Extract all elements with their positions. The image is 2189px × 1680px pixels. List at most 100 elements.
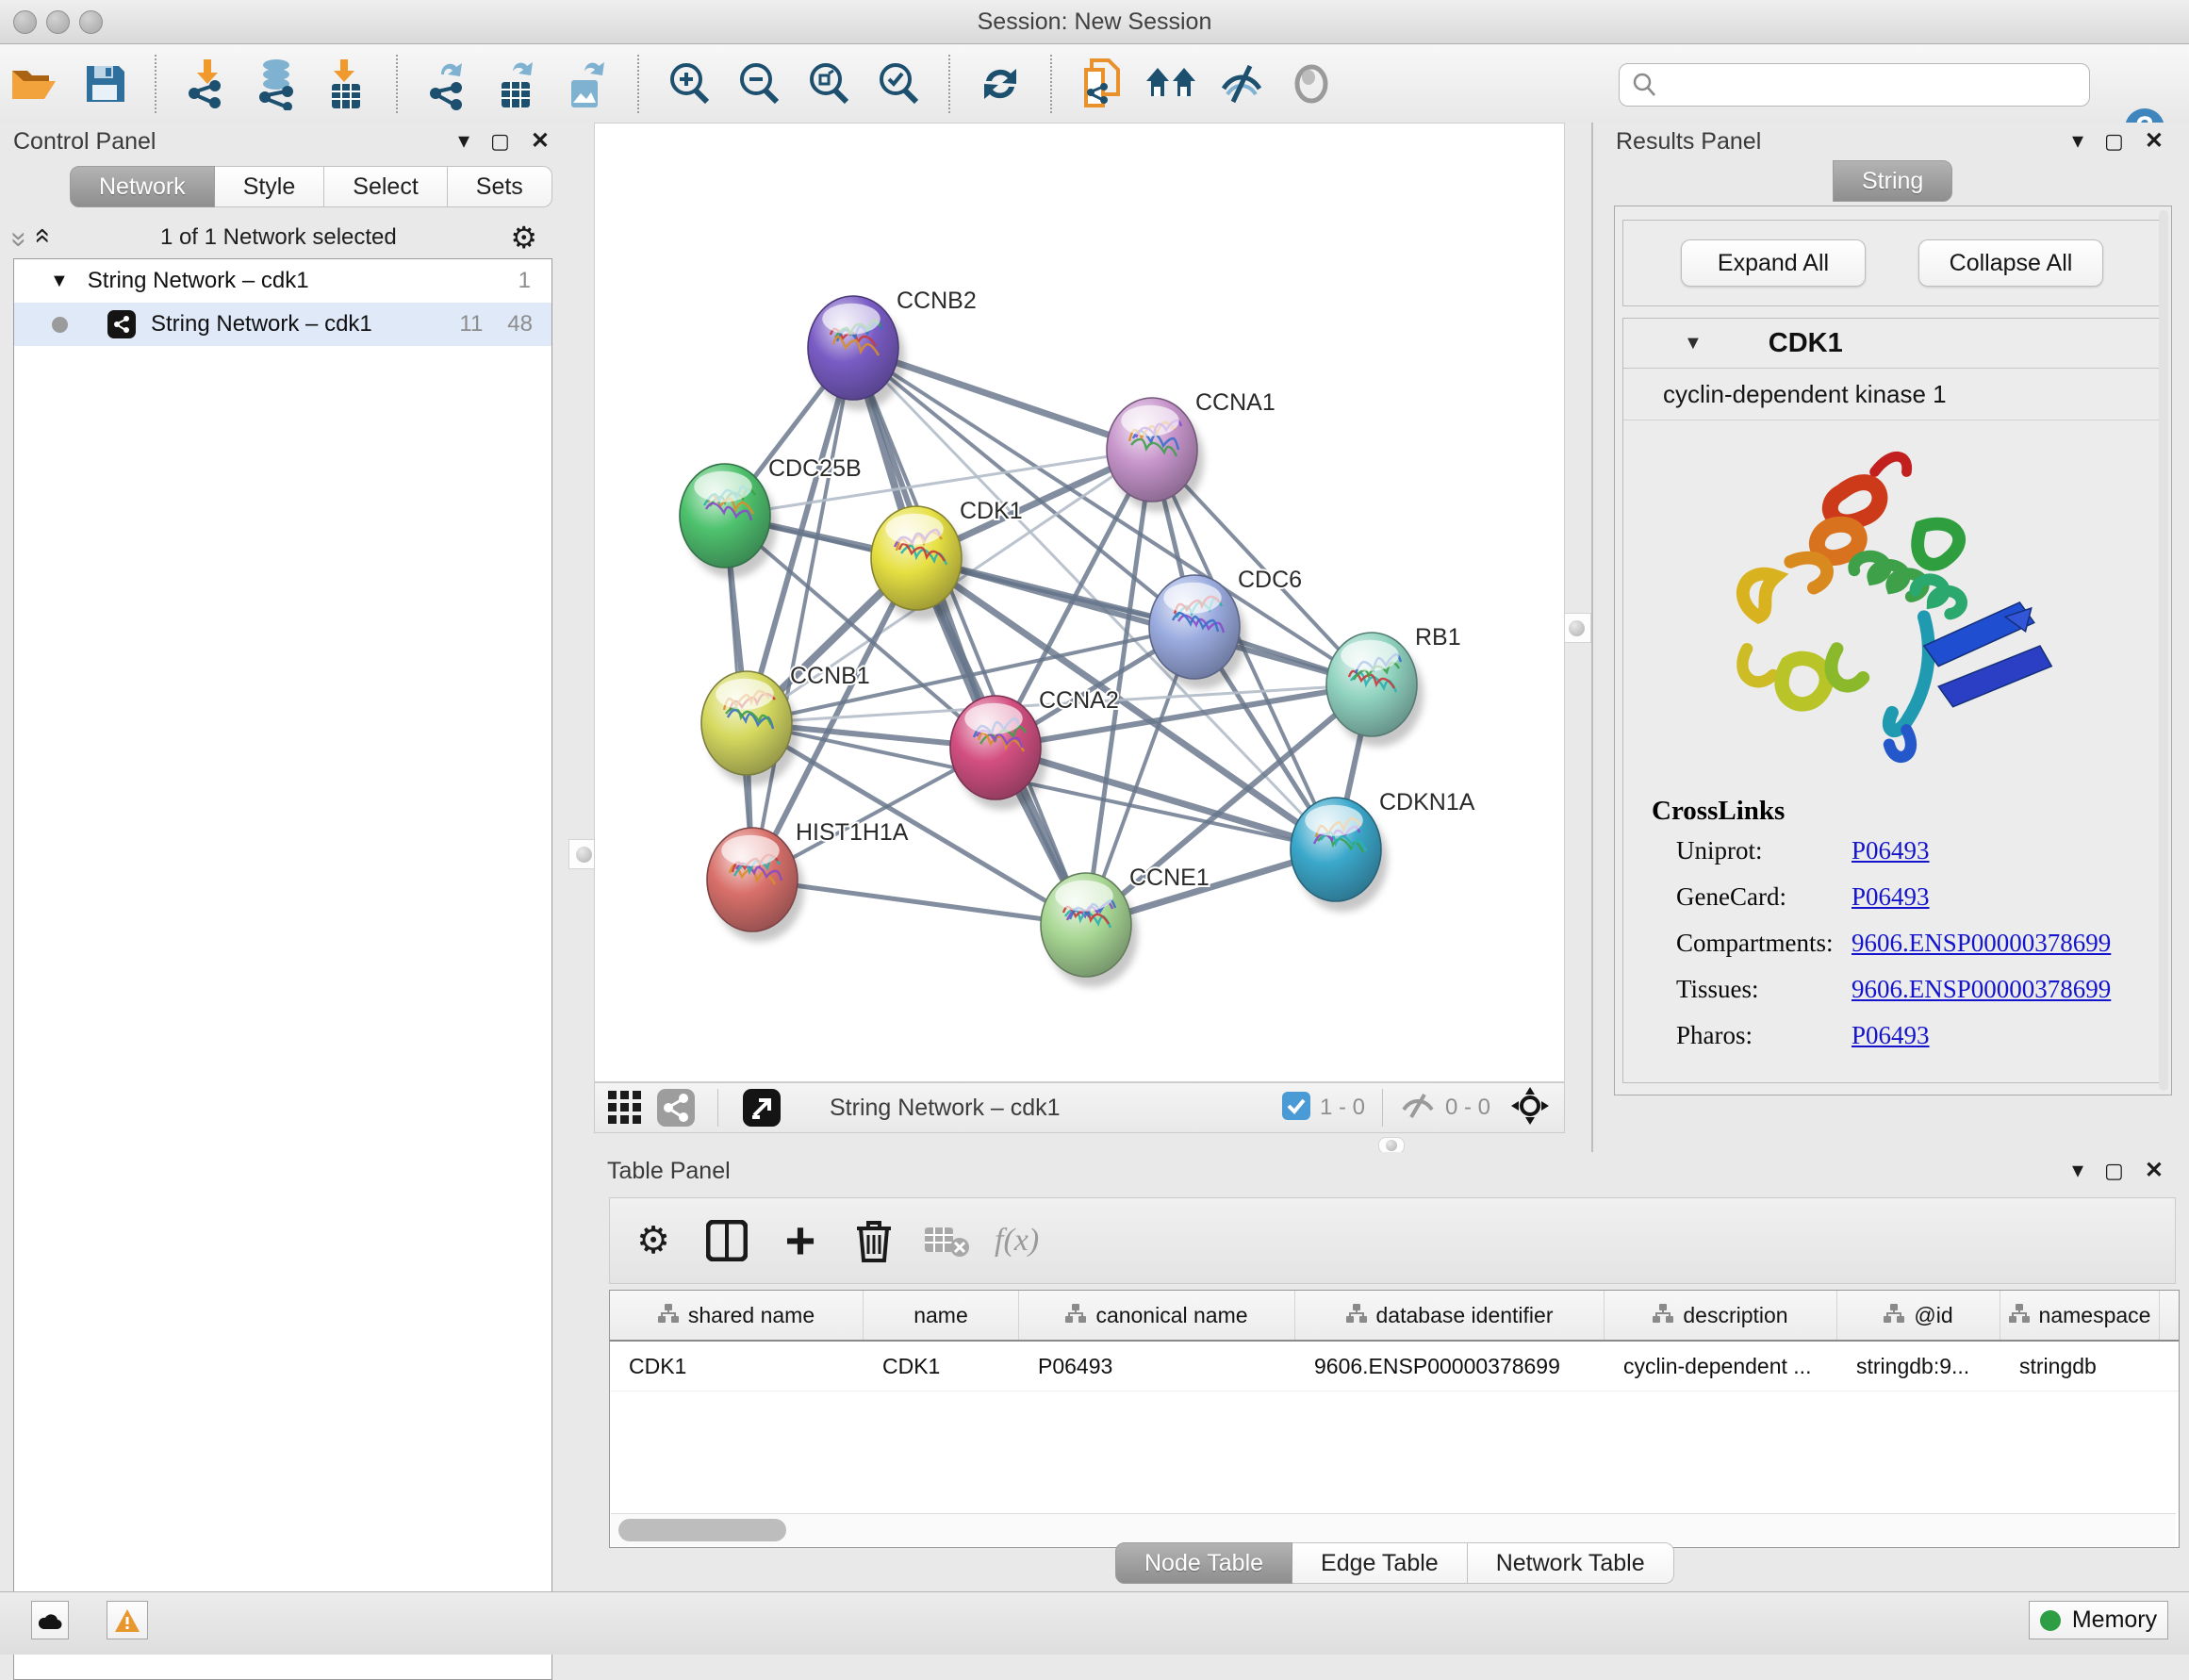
import-table-icon[interactable] [317,55,375,113]
tab-network-table[interactable]: Network Table [1468,1542,1674,1584]
table-horizontal-scrollbar[interactable] [611,1513,2176,1546]
column-header-@id[interactable]: @id [1837,1291,2000,1340]
panel-float-icon[interactable]: ▢ [490,131,510,152]
open-session-icon[interactable] [6,55,64,113]
network-node-CDKN1A[interactable]: CDKN1A [1291,789,1475,912]
network-node-HIST1H1A[interactable]: HIST1H1A [707,819,909,942]
gear-icon[interactable]: ⚙ [510,220,537,255]
export-image-icon[interactable] [558,55,617,113]
panel-collapse-icon[interactable]: ▾ [2072,130,2083,153]
column-header-shared-name[interactable]: shared name [610,1291,864,1340]
import-database-icon[interactable] [247,55,305,113]
collapse-all-button[interactable]: Collapse All [1918,239,2103,287]
refresh-icon[interactable] [971,55,1029,113]
gene-section-header[interactable]: ▼ CDK1 [1623,319,2161,369]
zoom-in-icon[interactable] [660,55,718,113]
show-all-icon[interactable] [1282,55,1341,113]
column-header-database-identifier[interactable]: database identifier [1295,1291,1605,1340]
cell-shared-name[interactable]: CDK1 [610,1342,864,1391]
table-row[interactable]: CDK1CDK1P064939606.ENSP00000378699cyclin… [610,1342,2179,1392]
tab-string[interactable]: String [1833,160,1952,202]
network-node-RB1[interactable]: RB1 [1326,624,1461,747]
network-share-icon[interactable] [651,1078,700,1138]
section-expand-icon[interactable]: ▼ [1684,333,1703,354]
memory-button[interactable]: Memory [2029,1601,2168,1639]
cell-name[interactable]: CDK1 [864,1342,1019,1391]
save-session-icon[interactable] [75,55,134,113]
cell-namespace[interactable]: stringdb [2000,1342,2160,1391]
column-header-name[interactable]: name [864,1291,1019,1340]
network-label: String Network – cdk1 [151,311,372,338]
panel-collapse-icon[interactable]: ▾ [2072,1160,2083,1182]
expand-all-button[interactable]: Expand All [1681,239,1866,287]
cell-@id[interactable]: stringdb:9... [1837,1342,2000,1391]
zoom-out-icon[interactable] [730,55,788,113]
zoom-fit-icon[interactable] [799,55,858,113]
window-zoom-button[interactable] [79,10,103,34]
cloud-status-button[interactable] [31,1601,69,1639]
cell-canonical-name[interactable]: P06493 [1019,1342,1295,1391]
scrollbar-thumb[interactable] [618,1519,786,1541]
hide-selected-icon[interactable] [1212,55,1271,113]
add-column-icon[interactable]: + [770,1211,831,1271]
import-network-icon[interactable] [177,55,236,113]
panel-float-icon[interactable]: ▢ [2104,1161,2124,1181]
share-document-icon[interactable] [1073,55,1131,113]
network-node-CCNE1[interactable]: CCNE1 [1041,865,1210,987]
crosslink-link[interactable]: 9606.ENSP00000378699 [1852,975,2111,1004]
tab-network[interactable]: Network [70,166,215,207]
network-node-CDC6[interactable]: CDC6 [1149,567,1302,689]
panel-float-icon[interactable]: ▢ [2104,131,2124,152]
cell-description[interactable]: cyclin-dependent ... [1605,1342,1837,1391]
show-columns-icon[interactable] [697,1211,757,1271]
panel-collapse-icon[interactable]: ▾ [458,130,469,153]
crosslink-link[interactable]: P06493 [1852,882,1930,912]
hidden-eye-icon[interactable] [1400,1091,1436,1126]
column-header-canonical-name[interactable]: canonical name [1019,1291,1295,1340]
tab-node-table[interactable]: Node Table [1115,1542,1292,1584]
crosslink-link[interactable]: 9606.ENSP00000378699 [1852,929,2111,958]
crosslink-link[interactable]: P06493 [1852,836,1930,865]
right-splitter-handle[interactable] [1561,613,1591,643]
network-node-CCNA1[interactable]: CCNA1 [1107,389,1276,512]
zoom-selected-icon[interactable] [869,55,928,113]
window-minimize-button[interactable] [46,10,70,34]
crosslinks-section: CrossLinks Uniprot:P06493GeneCard:P06493… [1623,796,2161,1067]
selected-checkbox-icon[interactable] [1282,1092,1310,1125]
results-scrollbar[interactable] [2159,210,2168,1091]
tree-expand-icon[interactable]: ▼ [50,271,69,292]
panel-close-icon[interactable]: ✕ [531,130,550,153]
tab-sets[interactable]: Sets [448,166,552,207]
panel-close-icon[interactable]: ✕ [2145,1160,2164,1182]
table-settings-gear-icon[interactable]: ⚙ [623,1211,683,1271]
left-splitter[interactable] [556,123,594,1152]
network-row[interactable]: String Network – cdk1 11 48 [14,303,551,346]
network-node-CDC25B[interactable]: CDC25B [680,455,862,578]
warning-status-button[interactable] [107,1601,148,1639]
crosslink-link[interactable]: P06493 [1852,1021,1930,1050]
column-header-description[interactable]: description [1605,1291,1837,1340]
cell-database-identifier[interactable]: 9606.ENSP00000378699 [1295,1342,1605,1391]
delete-column-icon[interactable] [844,1211,904,1271]
delete-table-icon[interactable] [917,1211,978,1271]
window-close-button[interactable] [13,10,37,34]
homes-icon[interactable] [1143,55,1201,113]
expand-all-icon[interactable]: » [25,232,57,244]
export-network-icon[interactable] [419,55,477,113]
network-view-canvas[interactable]: CCNB2CCNA1CDC25BCDK1CDC6RB1CCNB1CCNA2CDK… [594,123,1565,1082]
tab-edge-table[interactable]: Edge Table [1292,1542,1468,1584]
network-node-CCNB2[interactable]: CCNB2 [808,288,977,410]
search-input[interactable] [1657,65,2089,105]
column-header-namespace[interactable]: namespace [2000,1291,2160,1340]
network-collection-row[interactable]: ▼ String Network – cdk1 1 [14,259,551,303]
tab-style[interactable]: Style [215,166,325,207]
export-table-icon[interactable] [488,55,547,113]
fit-crosshair-icon[interactable] [1511,1087,1549,1129]
open-in-window-icon[interactable] [737,1078,786,1138]
crosslinks-title: CrossLinks [1652,796,2161,827]
function-builder-icon[interactable]: f(x) [995,1223,1039,1259]
birdseye-grid-icon[interactable] [601,1078,650,1138]
tab-select[interactable]: Select [324,166,447,207]
panel-close-icon[interactable]: ✕ [2145,130,2164,153]
network-node-CDK1[interactable]: CDK1 [871,498,1023,620]
